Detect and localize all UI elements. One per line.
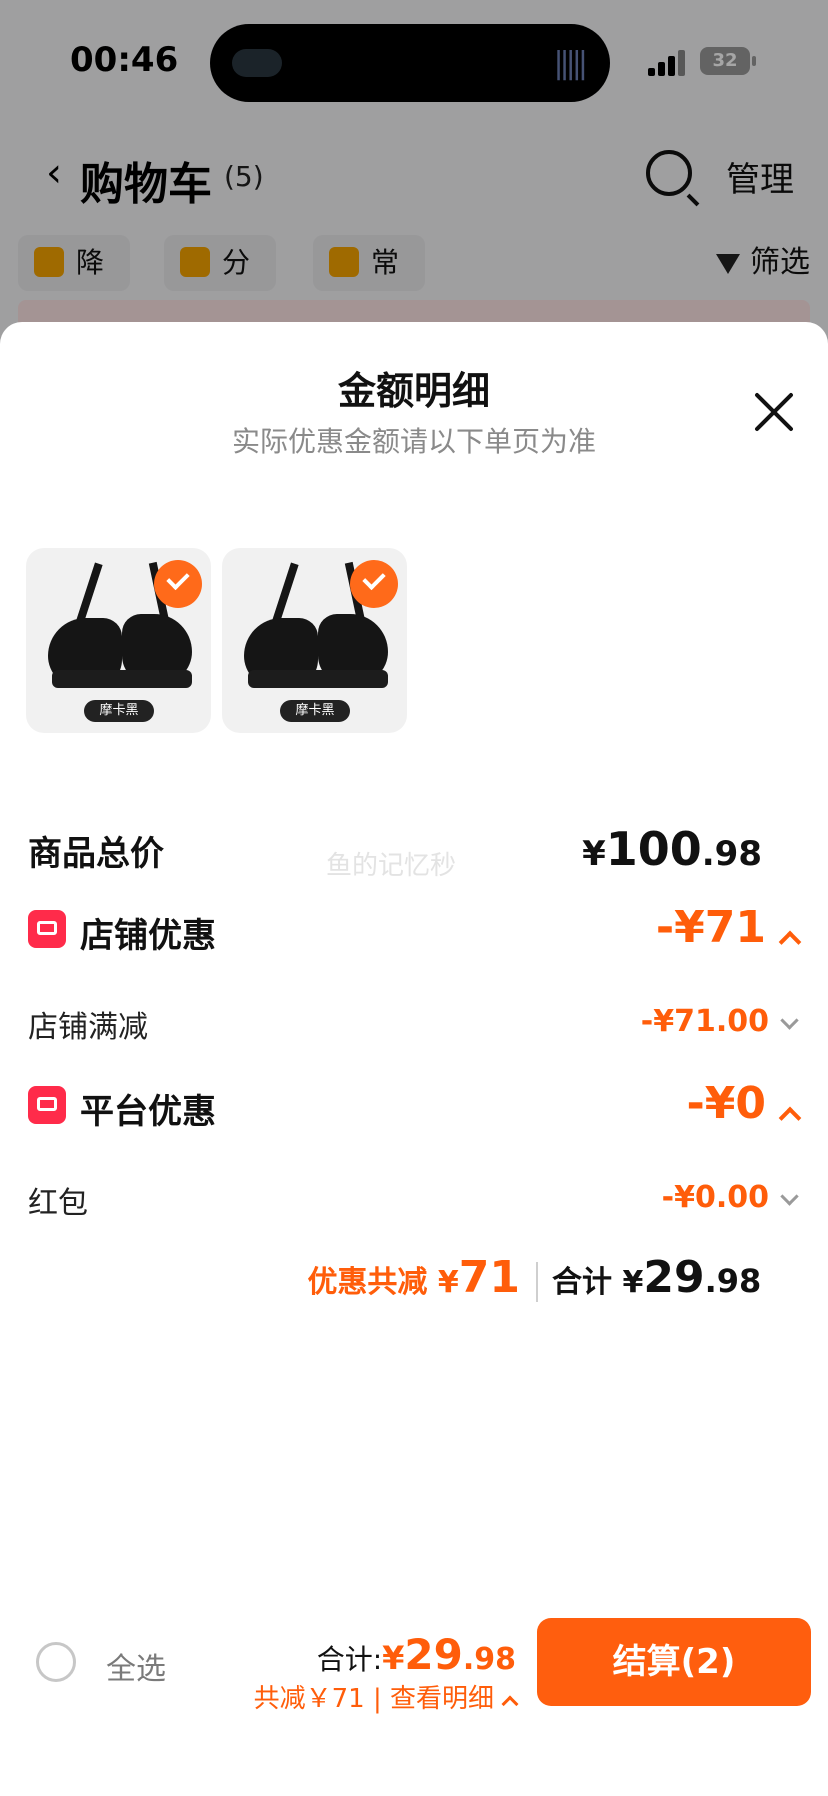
goods-total-row: 商品总价 ¥100.98 — [0, 822, 828, 882]
sheet-subtitle: 实际优惠金额请以下单页为准 — [231, 425, 596, 458]
chevron-up-icon — [501, 1695, 519, 1712]
shop-discount-row[interactable]: 店铺优惠 -¥71 — [0, 902, 828, 964]
summary-total: 合计 ¥29.98 — [552, 1252, 762, 1303]
selected-check-icon — [350, 560, 398, 608]
amount-detail-sheet: 金额明细 实际优惠金额请以下单页为准 — [0, 322, 828, 1796]
close-icon[interactable] — [750, 388, 798, 436]
sheet-title: 金额明细 — [337, 369, 490, 413]
shop-discount-value: -¥71 — [655, 902, 766, 953]
goods-total-value: ¥100.98 — [582, 822, 762, 876]
bottom-total: 合计:¥29.98 — [316, 1630, 516, 1679]
discount-summary: 优惠共减 ¥71 合计 ¥29.98 — [0, 1252, 828, 1312]
coupon-icon — [28, 1086, 66, 1124]
chevron-down-icon — [780, 1187, 799, 1206]
shop-discount-label: 店铺优惠 — [80, 916, 216, 956]
red-packet-row[interactable]: 红包 -¥0.00 — [0, 1176, 828, 1226]
variant-tag: 摩卡黑 — [280, 700, 350, 722]
chevron-down-icon — [780, 1011, 799, 1030]
chevron-up-icon — [778, 1106, 802, 1129]
select-all-radio[interactable] — [36, 1642, 76, 1682]
shop-full-reduction-value: -¥71.00 — [640, 1004, 769, 1039]
view-detail-link[interactable]: 共减￥71 | 查看明细 — [254, 1678, 519, 1715]
platform-discount-row[interactable]: 平台优惠 -¥0 — [0, 1078, 828, 1140]
chevron-up-icon — [778, 930, 802, 953]
divider — [536, 1262, 538, 1302]
select-all-label[interactable]: 全选 — [106, 1644, 166, 1688]
shop-full-reduction-label: 店铺满减 — [28, 1010, 148, 1045]
selected-check-icon — [154, 560, 202, 608]
goods-total-label: 商品总价 — [28, 834, 164, 874]
summary-discount: 优惠共减 ¥71 — [307, 1252, 520, 1303]
platform-discount-label: 平台优惠 — [80, 1092, 216, 1132]
red-packet-label: 红包 — [28, 1186, 88, 1221]
red-packet-value: -¥0.00 — [661, 1180, 769, 1215]
shop-full-reduction-row[interactable]: 店铺满减 -¥71.00 — [0, 1000, 828, 1050]
checkout-button[interactable]: 结算(2) — [537, 1618, 811, 1706]
checkout-bar: 全选 合计:¥29.98 共减￥71 | 查看明细 结算(2) — [0, 1600, 828, 1796]
platform-discount-value: -¥0 — [686, 1078, 767, 1129]
shop-icon — [28, 910, 66, 948]
variant-tag: 摩卡黑 — [84, 700, 154, 722]
